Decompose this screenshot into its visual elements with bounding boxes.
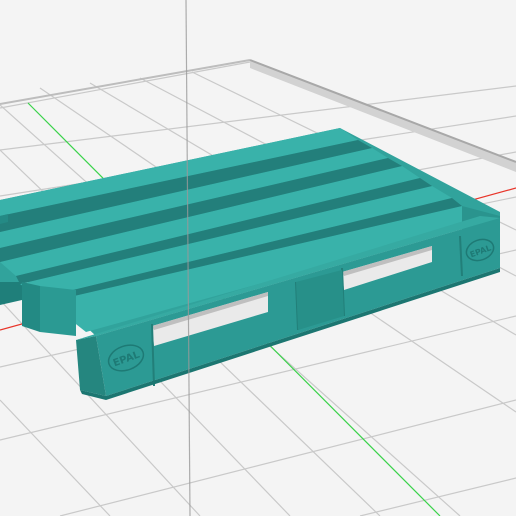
- 3d-viewport[interactable]: EPAL EPAL: [0, 0, 516, 516]
- scene[interactable]: EPAL EPAL: [0, 0, 516, 516]
- left-lower-block: [22, 282, 40, 332]
